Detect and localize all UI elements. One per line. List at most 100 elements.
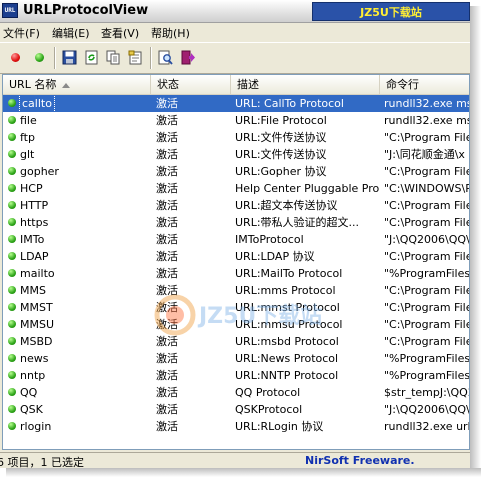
exit-button[interactable] [178, 48, 196, 66]
copy-button[interactable] [104, 48, 122, 66]
find-button[interactable] [156, 48, 174, 66]
toolbar-separator [150, 47, 152, 69]
url-name-text: mailto [20, 267, 55, 280]
table-row[interactable]: callto 激活 URL: CallTo Protocol rundll32.exe… [3, 95, 469, 112]
cell-url-name: https [5, 214, 151, 231]
url-name-text: MMS [20, 284, 46, 297]
cell-command-line: "J:\同花顺金通\x [384, 148, 465, 161]
cell-description: URL:LDAP 协议 [235, 250, 315, 263]
cell-status: 激活 [156, 131, 178, 144]
table-row[interactable]: rlogin 激活 URL:RLogin 协议 rundll32.exe url.d [3, 418, 469, 435]
table-row[interactable]: HTTP 激活 URL:超文本传送协议 "C:\Program Files\ [3, 197, 469, 214]
active-status-icon [8, 286, 16, 294]
table-row[interactable]: QQ 激活 QQ Protocol $str_tempJ:\QQ20 [3, 384, 469, 401]
cell-url-name: QSK [5, 401, 151, 418]
table-row[interactable]: MMSU 激活 URL:mmsu Protocol "C:\Program Files… [3, 316, 469, 333]
cell-status: 激活 [156, 199, 178, 212]
cell-command-line: "%ProgramFiles%\C [384, 267, 469, 280]
cell-command-line: "C:\Program Files\ [384, 318, 469, 331]
cell-url-name: MMSU [5, 316, 151, 333]
cell-status: 激活 [156, 403, 178, 416]
table-row[interactable]: LDAP 激活 URL:LDAP 协议 "C:\Program Files\ [3, 248, 469, 265]
cell-url-name: MMS [5, 282, 151, 299]
cell-status: 激活 [156, 233, 178, 246]
url-name-text: MMSU [20, 318, 55, 331]
column-header-url-name[interactable]: URL 名称 [3, 75, 151, 94]
table-row[interactable]: ftp 激活 URL:文件传送协议 "C:\Program Files\ [3, 129, 469, 146]
cell-url-name: news [5, 350, 151, 367]
cell-description: URL:NNTP Protocol [235, 369, 339, 382]
app-icon: URL [2, 3, 18, 18]
cell-url-name: file [5, 112, 151, 129]
table-row[interactable]: QSK 激活 QSKProtocol "J:\QQ2006\QQ\ [3, 401, 469, 418]
table-row[interactable]: file 激活 URL:File Protocol rundll32.exe msco… [3, 112, 469, 129]
column-header-description[interactable]: 描述 [231, 75, 380, 94]
green-dot-icon [34, 52, 44, 62]
table-row[interactable]: mailto 激活 URL:MailTo Protocol "%ProgramFile… [3, 265, 469, 282]
save-icon [62, 50, 76, 64]
table-row[interactable]: gopher 激活 URL:Gopher 协议 "C:\Program Files\ [3, 163, 469, 180]
table-row[interactable]: MMS 激活 URL:mms Protocol "C:\Program Files\ [3, 282, 469, 299]
cell-url-name: HTTP [5, 197, 151, 214]
cell-description: URL:mmst Protocol [235, 301, 340, 314]
cell-status: 激活 [156, 318, 178, 331]
toolbar-separator [54, 47, 56, 69]
url-name-text: ftp [20, 131, 35, 144]
protocol-list[interactable]: URL 名称 状态 描述 命令行 callto 激活 URL: CallTo Pro… [2, 74, 470, 450]
cell-status: 激活 [156, 267, 178, 280]
refresh-icon [85, 50, 97, 64]
active-status-icon [8, 201, 16, 209]
table-row[interactable]: MMST 激活 URL:mmst Protocol "C:\Program Files… [3, 299, 469, 316]
active-status-icon [8, 422, 16, 430]
table-row[interactable]: HCP 激活 Help Center Pluggable Pro... "C:\WIN… [3, 180, 469, 197]
menu-help[interactable]: 帮助(H) [151, 25, 190, 41]
menu-bar: 文件(F) 编辑(E) 查看(V) 帮助(H) [0, 23, 470, 42]
table-row[interactable]: IMTo 激活 IMToProtocol "J:\QQ2006\QQ\ [3, 231, 469, 248]
table-row[interactable]: MSBD 激活 URL:msbd Protocol "C:\Program Files… [3, 333, 469, 350]
app-window: URL URLProtocolView JZ5U下载站(www.jz5u.com… [0, 0, 470, 468]
cell-status: 激活 [156, 284, 178, 297]
cell-command-line: "C:\Program Files\ [384, 199, 469, 212]
cell-command-line: "C:\WINDOWS\PC [384, 182, 469, 195]
cell-url-name: gopher [5, 163, 151, 180]
cell-command-line: rundll32.exe msconf [384, 97, 469, 110]
cell-description: URL:File Protocol [235, 114, 327, 127]
cell-command-line: $str_tempJ:\QQ20 [384, 386, 469, 399]
table-row[interactable]: glt 激活 URL:文件传送协议 "J:\同花顺金通\x [3, 146, 469, 163]
save-button[interactable] [60, 48, 78, 66]
cell-url-name: QQ [5, 384, 151, 401]
cell-description: URL:带私人验证的超文... [235, 216, 360, 229]
active-status-icon [8, 354, 16, 362]
cell-description: QSKProtocol [235, 403, 303, 416]
active-status-icon [8, 320, 16, 328]
nirsoft-link[interactable]: NirSoft Freeware. http://www.nirs [305, 454, 470, 468]
cell-url-name: IMTo [5, 231, 151, 248]
menu-view[interactable]: 查看(V) [101, 25, 139, 41]
active-status-icon [8, 269, 16, 277]
status-bar: 26 项目，1 已选定 NirSoft Freeware. http://www… [0, 452, 470, 468]
cell-command-line: "J:\QQ2006\QQ\ [384, 403, 469, 416]
refresh-button[interactable] [82, 48, 100, 66]
cell-status: 激活 [156, 165, 178, 178]
url-name-text: IMTo [20, 233, 45, 246]
title-bar[interactable]: URL URLProtocolView JZ5U下载站(www.jz5u.com… [0, 0, 470, 38]
cell-description: URL: CallTo Protocol [235, 97, 344, 110]
menu-edit[interactable]: 编辑(E) [52, 25, 90, 41]
active-status-icon [8, 405, 16, 413]
cell-url-name: rlogin [5, 418, 151, 435]
enable-button[interactable] [30, 48, 48, 66]
url-name-text: callto [19, 95, 55, 112]
cell-description: URL:mms Protocol [235, 284, 336, 297]
active-status-icon [8, 252, 16, 260]
table-row[interactable]: news 激活 URL:News Protocol "%ProgramFiles%\C [3, 350, 469, 367]
table-row[interactable]: https 激活 URL:带私人验证的超文... "C:\Program Files\ [3, 214, 469, 231]
properties-button[interactable] [126, 48, 144, 66]
column-header-command-line[interactable]: 命令行 [380, 75, 469, 94]
active-status-icon [8, 235, 16, 243]
cell-command-line: "C:\Program Files\ [384, 301, 469, 314]
table-row[interactable]: nntp 激活 URL:NNTP Protocol "%ProgramFiles%\C [3, 367, 469, 384]
menu-file[interactable]: 文件(F) [3, 25, 40, 41]
cell-url-name: MMST [5, 299, 151, 316]
column-header-status[interactable]: 状态 [151, 75, 231, 94]
disable-button[interactable] [6, 48, 24, 66]
